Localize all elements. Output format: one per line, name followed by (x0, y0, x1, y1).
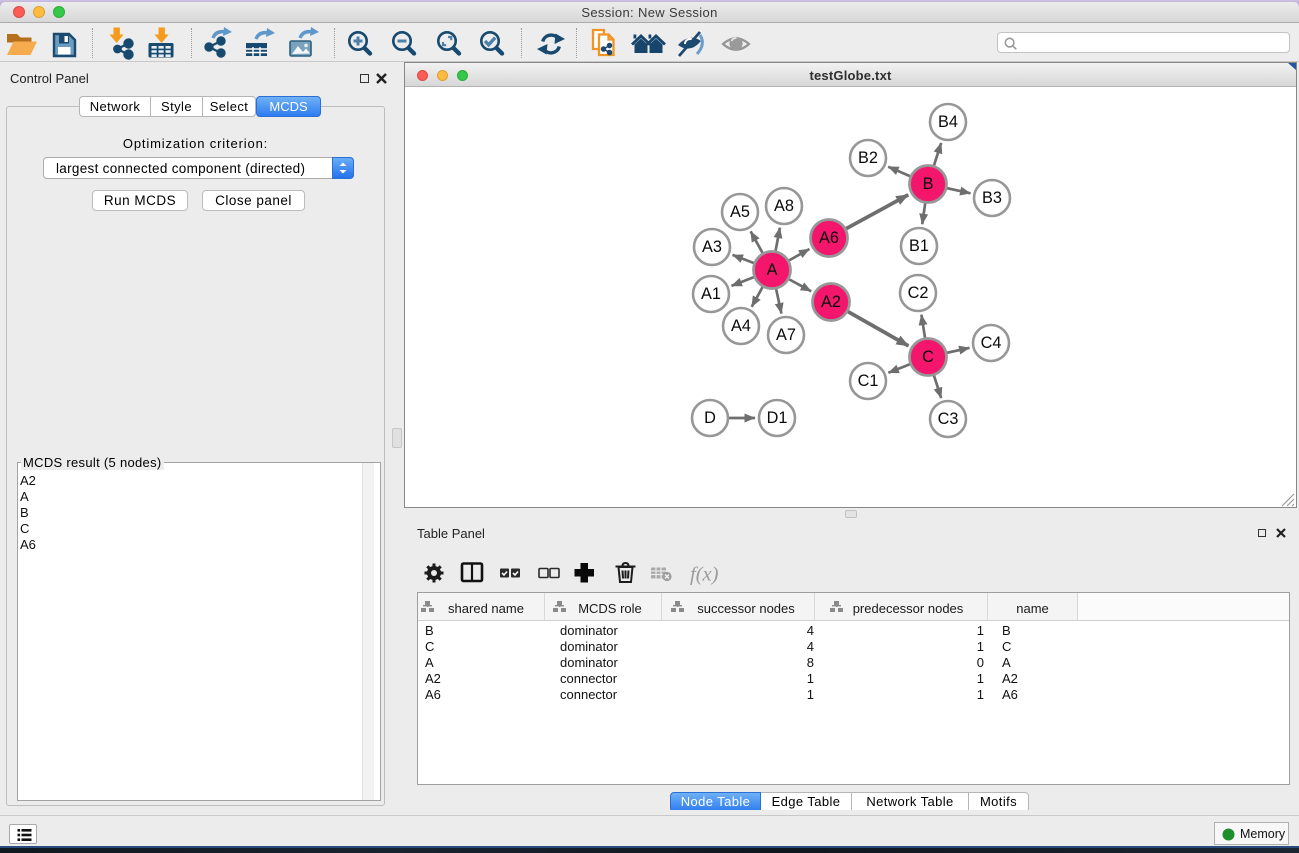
svg-text:C3: C3 (938, 410, 959, 428)
svg-text:C4: C4 (981, 334, 1002, 352)
svg-text:B: B (923, 175, 934, 193)
svg-text:C1: C1 (858, 372, 879, 390)
svg-text:B2: B2 (858, 149, 878, 167)
svg-text:B1: B1 (909, 237, 929, 255)
svg-text:A1: A1 (701, 285, 721, 303)
svg-text:D: D (704, 409, 716, 427)
svg-text:A2: A2 (821, 293, 841, 311)
svg-text:A3: A3 (702, 238, 722, 256)
svg-text:A: A (767, 261, 778, 279)
svg-text:D1: D1 (767, 409, 788, 427)
svg-text:A6: A6 (819, 229, 839, 247)
svg-text:A8: A8 (774, 197, 794, 215)
svg-text:B3: B3 (982, 189, 1002, 207)
svg-text:A5: A5 (730, 203, 750, 221)
svg-text:A4: A4 (731, 317, 751, 335)
svg-text:B4: B4 (938, 113, 958, 131)
svg-text:C: C (922, 348, 934, 366)
svg-text:C2: C2 (908, 284, 929, 302)
svg-text:A7: A7 (776, 326, 796, 344)
svg-text:f(x): f(x) (690, 564, 719, 586)
